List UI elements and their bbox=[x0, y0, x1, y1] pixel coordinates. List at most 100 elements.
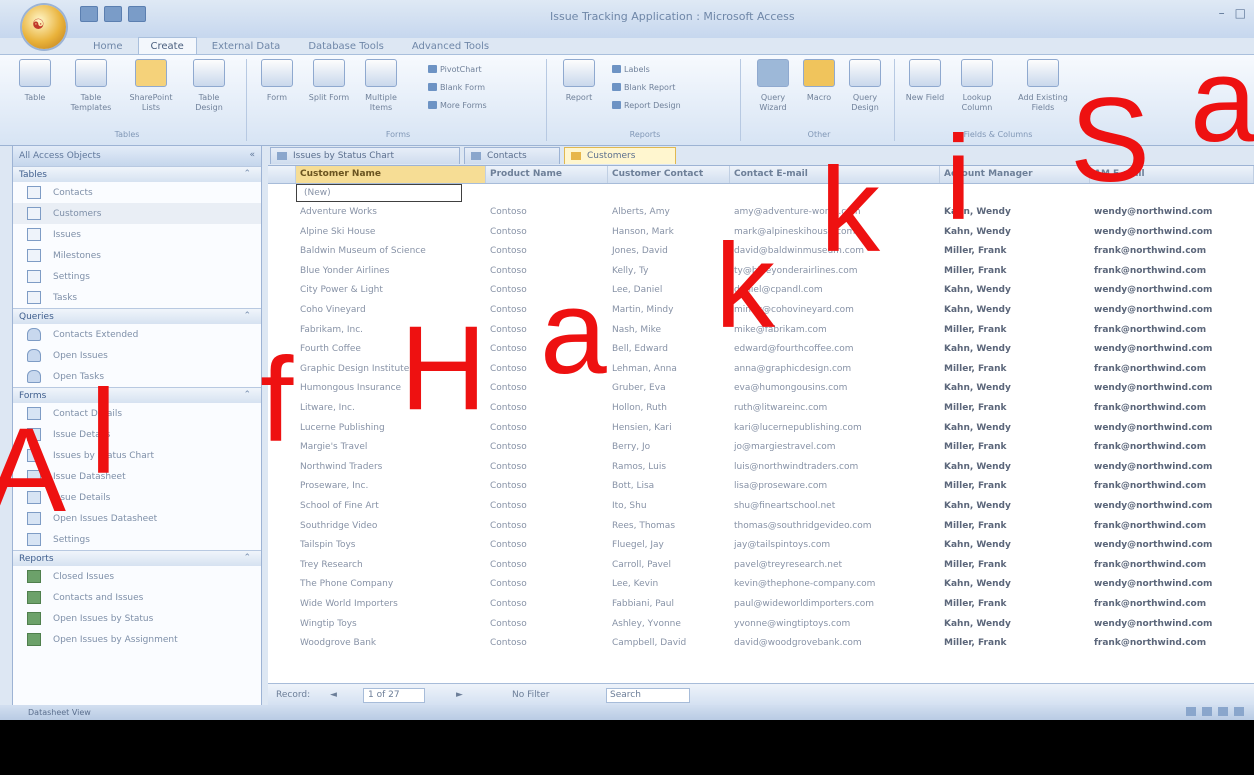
table-cell[interactable]: Kahn, Wendy bbox=[940, 340, 1090, 359]
nav-item[interactable]: Customers bbox=[13, 203, 261, 224]
table-cell[interactable]: mike@fabrikam.com bbox=[730, 321, 940, 340]
table-row[interactable]: Northwind Traders Contoso Ramos, Luis luis@… bbox=[268, 458, 1254, 477]
table-cell[interactable]: Jones, David bbox=[608, 242, 730, 261]
table-cell[interactable]: frank@northwind.com bbox=[1090, 595, 1254, 614]
more-forms-button[interactable]: More Forms bbox=[428, 101, 487, 110]
table-cell[interactable]: anna@graphicdesign.com bbox=[730, 360, 940, 379]
nav-item[interactable]: Issue Details bbox=[13, 424, 261, 445]
table-cell[interactable]: Trey Research bbox=[296, 556, 486, 575]
nav-item[interactable]: Contacts bbox=[13, 182, 261, 203]
tab-advanced-tools[interactable]: Advanced Tools bbox=[399, 37, 502, 55]
nav-item[interactable]: Open Issues Datasheet bbox=[13, 508, 261, 529]
table-cell[interactable]: Tailspin Toys bbox=[296, 536, 486, 555]
table-button[interactable]: Table bbox=[12, 59, 58, 103]
table-cell[interactable]: Rees, Thomas bbox=[608, 517, 730, 536]
collapse-icon[interactable]: ⌃ bbox=[243, 390, 251, 400]
table-templates-button[interactable]: Table Templates bbox=[68, 59, 114, 113]
table-cell[interactable]: Contoso bbox=[486, 497, 608, 516]
table-cell[interactable]: jo@margiestravel.com bbox=[730, 438, 940, 457]
table-cell[interactable]: Miller, Frank bbox=[940, 634, 1090, 653]
table-cell[interactable]: Gruber, Eva bbox=[608, 379, 730, 398]
nav-item[interactable]: Contacts and Issues bbox=[13, 587, 261, 608]
table-cell[interactable]: david@baldwinmuseum.com bbox=[730, 242, 940, 261]
nav-group-forms[interactable]: Forms ⌃ bbox=[13, 387, 261, 403]
table-cell[interactable]: wendy@northwind.com bbox=[1090, 301, 1254, 320]
table-cell[interactable]: Martin, Mindy bbox=[608, 301, 730, 320]
blank-report-button[interactable]: Blank Report bbox=[612, 83, 675, 92]
table-cell[interactable]: ty@blueyonderairlines.com bbox=[730, 262, 940, 281]
table-cell[interactable]: Wide World Importers bbox=[296, 595, 486, 614]
table-cell[interactable]: Contoso bbox=[486, 301, 608, 320]
table-cell[interactable]: Litware, Inc. bbox=[296, 399, 486, 418]
table-row[interactable]: Wingtip Toys Contoso Ashley, Yvonne yvonne@… bbox=[268, 615, 1254, 634]
table-cell[interactable]: Contoso bbox=[486, 595, 608, 614]
table-row[interactable]: Trey Research Contoso Carroll, Pavel pavel@… bbox=[268, 556, 1254, 575]
tab-external-data[interactable]: External Data bbox=[199, 37, 294, 55]
table-cell[interactable]: wendy@northwind.com bbox=[1090, 615, 1254, 634]
table-cell[interactable]: Contoso bbox=[486, 556, 608, 575]
pivottable-view-icon[interactable] bbox=[1202, 707, 1212, 716]
select-all-cell[interactable] bbox=[268, 166, 296, 183]
collapse-icon[interactable]: ⌃ bbox=[243, 311, 251, 321]
office-button[interactable]: ☯ bbox=[22, 5, 66, 49]
table-cell[interactable]: Contoso bbox=[486, 242, 608, 261]
column-header[interactable]: Contact E-mail bbox=[730, 166, 940, 183]
table-cell[interactable]: Kahn, Wendy bbox=[940, 223, 1090, 242]
table-cell[interactable]: wendy@northwind.com bbox=[1090, 458, 1254, 477]
table-cell[interactable]: Coho Vineyard bbox=[296, 301, 486, 320]
table-cell[interactable]: kari@lucernepublishing.com bbox=[730, 419, 940, 438]
minimize-icon[interactable]: – bbox=[1219, 6, 1225, 20]
table-cell[interactable]: Hanson, Mark bbox=[608, 223, 730, 242]
table-cell[interactable]: Hollon, Ruth bbox=[608, 399, 730, 418]
table-cell[interactable]: Contoso bbox=[486, 419, 608, 438]
table-cell[interactable]: Hensien, Kari bbox=[608, 419, 730, 438]
form-button[interactable]: Form bbox=[254, 59, 300, 103]
table-cell[interactable]: Lee, Daniel bbox=[608, 281, 730, 300]
nav-item[interactable]: Milestones bbox=[13, 245, 261, 266]
collapse-icon[interactable]: ⌃ bbox=[243, 169, 251, 179]
table-cell[interactable]: paul@wideworldimporters.com bbox=[730, 595, 940, 614]
nav-item[interactable]: Closed Issues bbox=[13, 566, 261, 587]
table-cell[interactable]: Kelly, Ty bbox=[608, 262, 730, 281]
table-cell[interactable]: Alpine Ski House bbox=[296, 223, 486, 242]
table-cell[interactable]: frank@northwind.com bbox=[1090, 262, 1254, 281]
table-cell[interactable]: Carroll, Pavel bbox=[608, 556, 730, 575]
table-cell[interactable]: Kahn, Wendy bbox=[940, 379, 1090, 398]
table-cell[interactable]: Ito, Shu bbox=[608, 497, 730, 516]
nav-item[interactable]: Issues by Status Chart bbox=[13, 445, 261, 466]
column-header[interactable]: Customer Name bbox=[296, 166, 486, 183]
table-cell[interactable]: Wingtip Toys bbox=[296, 615, 486, 634]
save-icon[interactable] bbox=[80, 6, 98, 22]
table-cell[interactable]: wendy@northwind.com bbox=[1090, 203, 1254, 222]
table-cell[interactable]: Lee, Kevin bbox=[608, 575, 730, 594]
table-cell[interactable]: Humongous Insurance bbox=[296, 379, 486, 398]
table-cell[interactable]: wendy@northwind.com bbox=[1090, 379, 1254, 398]
table-cell[interactable]: Alberts, Amy bbox=[608, 203, 730, 222]
table-cell[interactable]: Contoso bbox=[486, 634, 608, 653]
nav-item[interactable]: Settings bbox=[13, 266, 261, 287]
table-cell[interactable]: frank@northwind.com bbox=[1090, 634, 1254, 653]
table-cell[interactable]: Kahn, Wendy bbox=[940, 301, 1090, 320]
table-row[interactable]: Lucerne Publishing Contoso Hensien, Kari ka… bbox=[268, 419, 1254, 438]
table-cell[interactable]: Miller, Frank bbox=[940, 477, 1090, 496]
nav-item[interactable]: Contacts Extended bbox=[13, 324, 261, 345]
table-cell[interactable]: Kahn, Wendy bbox=[940, 615, 1090, 634]
table-row[interactable]: Proseware, Inc. Contoso Bott, Lisa lisa@pro… bbox=[268, 477, 1254, 496]
table-row[interactable]: Woodgrove Bank Contoso Campbell, David davi… bbox=[268, 634, 1254, 653]
nav-item[interactable]: Open Issues bbox=[13, 345, 261, 366]
table-row[interactable]: Fourth Coffee Contoso Bell, Edward edward@f… bbox=[268, 340, 1254, 359]
table-cell[interactable]: Campbell, David bbox=[608, 634, 730, 653]
table-row[interactable]: Margie's Travel Contoso Berry, Jo jo@margie… bbox=[268, 438, 1254, 457]
table-row[interactable]: School of Fine Art Contoso Ito, Shu shu@fin… bbox=[268, 497, 1254, 516]
table-cell[interactable]: Contoso bbox=[486, 262, 608, 281]
table-cell[interactable]: Graphic Design Institute bbox=[296, 360, 486, 379]
nav-item[interactable]: Contact Details bbox=[13, 403, 261, 424]
table-cell[interactable]: Kahn, Wendy bbox=[940, 575, 1090, 594]
table-cell[interactable]: frank@northwind.com bbox=[1090, 360, 1254, 379]
table-cell[interactable]: Kahn, Wendy bbox=[940, 203, 1090, 222]
table-cell[interactable]: frank@northwind.com bbox=[1090, 556, 1254, 575]
column-header[interactable]: Customer Contact bbox=[608, 166, 730, 183]
next-record-button[interactable]: ► bbox=[456, 690, 463, 700]
table-cell[interactable]: daniel@cpandl.com bbox=[730, 281, 940, 300]
table-cell[interactable]: Miller, Frank bbox=[940, 517, 1090, 536]
